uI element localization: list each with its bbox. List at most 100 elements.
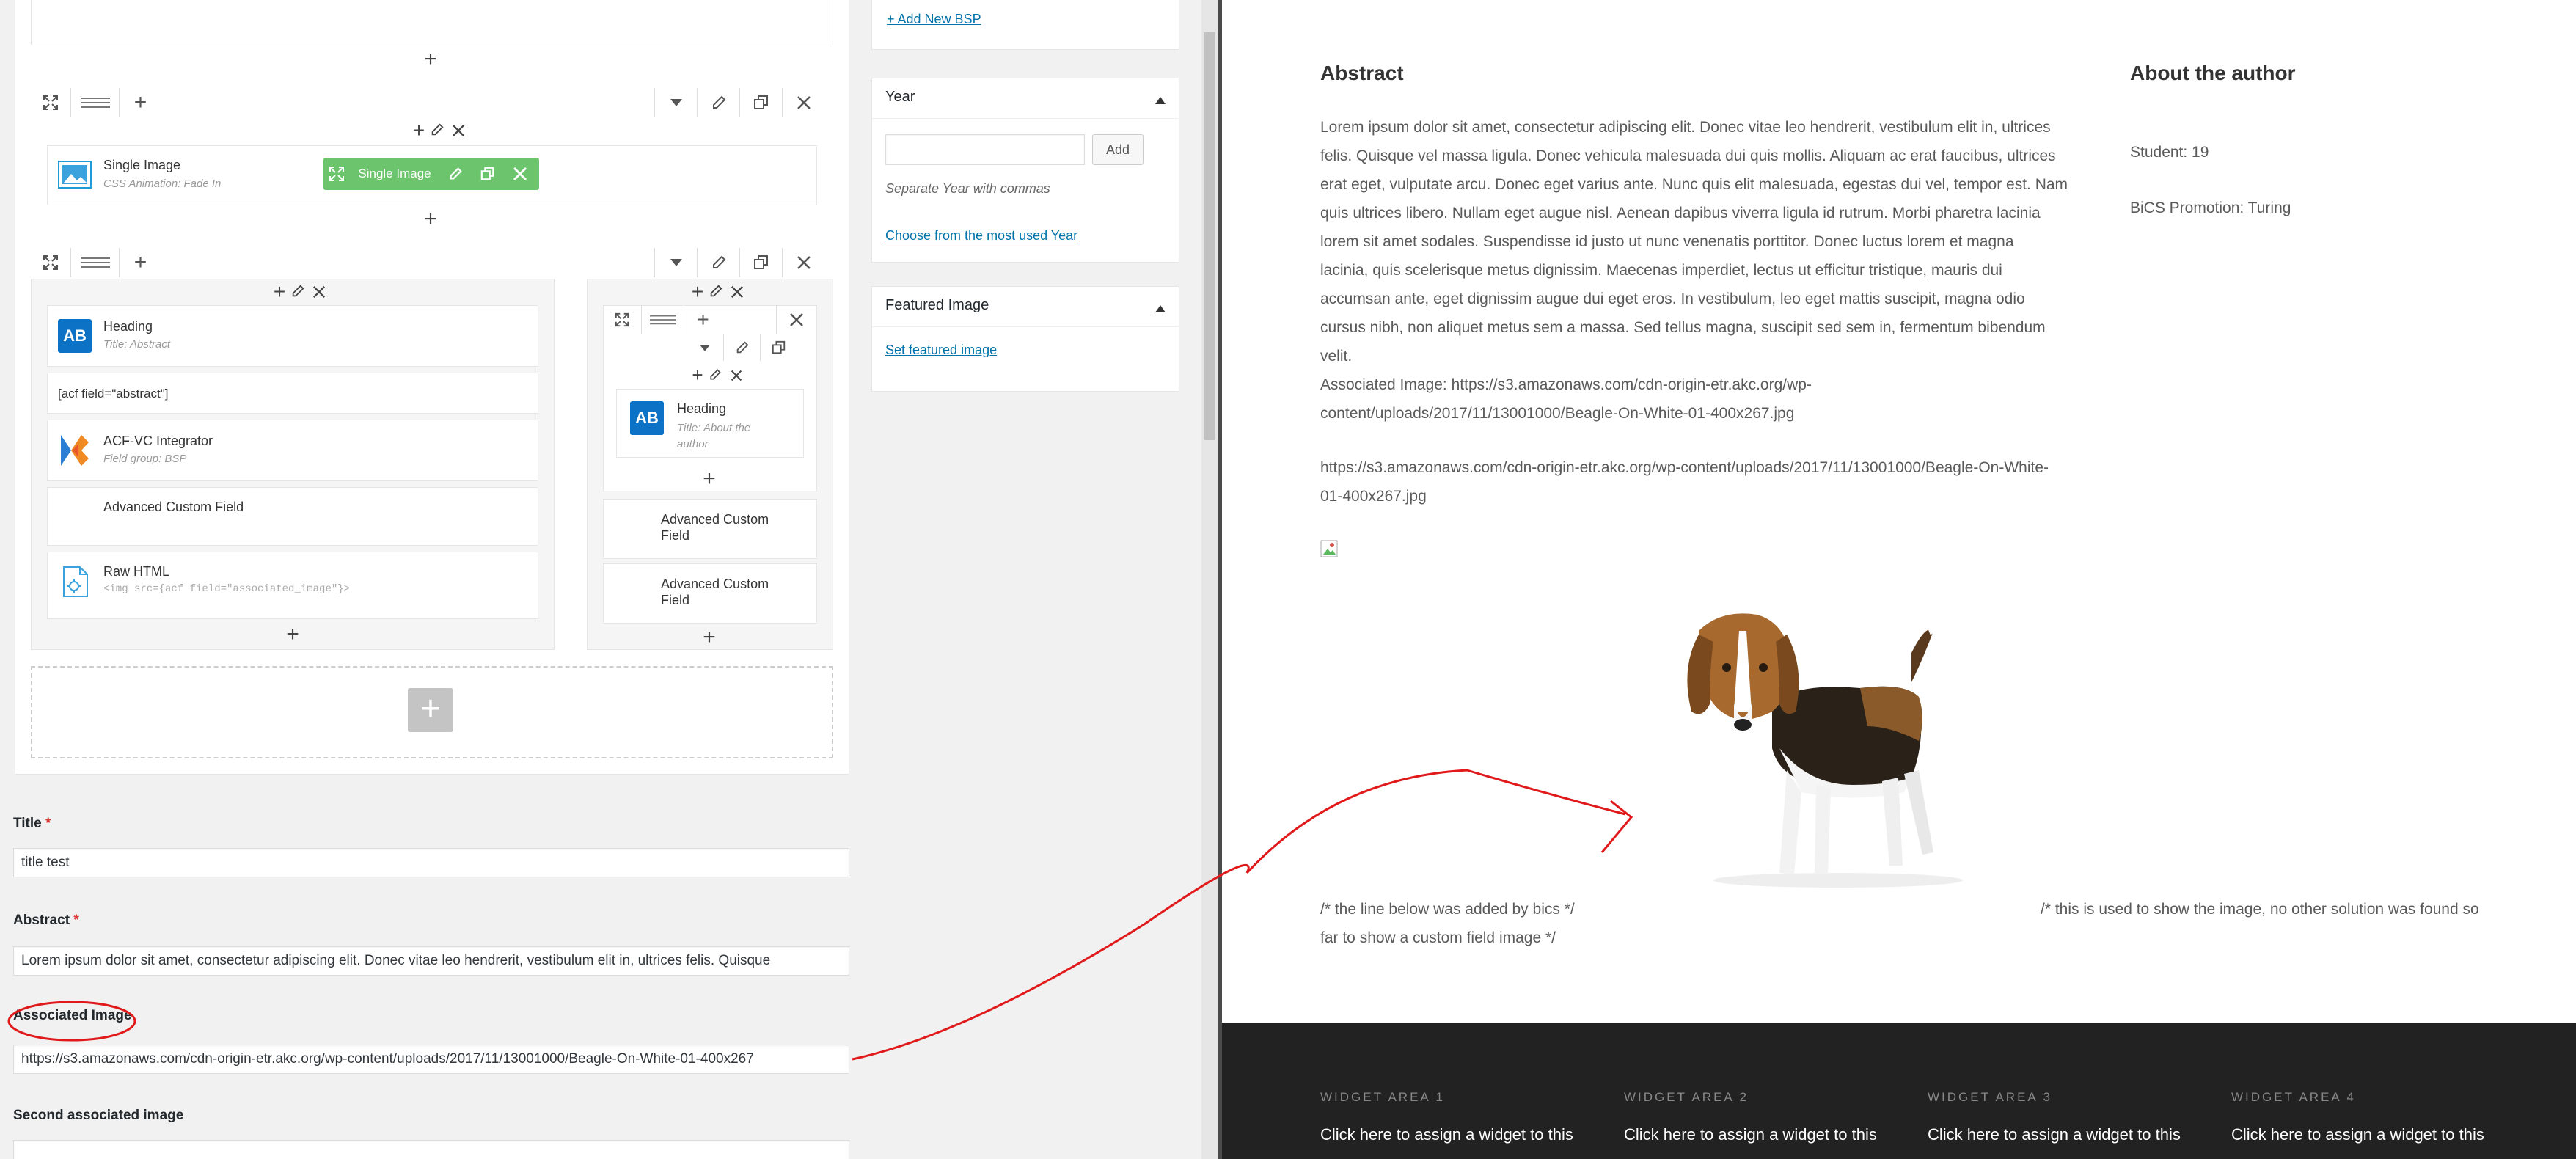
edit-icon[interactable] <box>723 334 760 361</box>
year-add-button[interactable]: Add <box>1092 134 1144 165</box>
edit-row-icon[interactable] <box>697 88 739 117</box>
expand-icon[interactable] <box>31 88 70 117</box>
delete-column-icon[interactable] <box>312 280 334 304</box>
add-column-icon[interactable]: + <box>119 88 161 117</box>
text-line: Lorem ipsum dolor sit amet, consectetur … <box>1320 119 2051 136</box>
add-element-icon[interactable]: + <box>408 119 430 142</box>
advanced-custom-field-element[interactable]: Advanced Custom Field <box>603 499 817 559</box>
add-row-button[interactable]: + <box>408 688 453 732</box>
widget-area-1: WIDGET AREA 1 Click here to assign a wid… <box>1320 1090 1573 1144</box>
widget-area-link[interactable]: Click here to assign a widget to this <box>1624 1125 1877 1144</box>
collapse-arrow-icon[interactable] <box>1155 95 1166 108</box>
associated-image-input[interactable]: https://s3.amazonaws.com/cdn-origin-etr.… <box>13 1045 849 1074</box>
add-element-button[interactable]: + <box>418 47 443 72</box>
element-title: Heading <box>103 319 153 334</box>
text-line: 01-400x267.jpg <box>1320 488 1427 505</box>
title-input[interactable]: title test <box>13 848 849 877</box>
text-line: Associated Image: https://s3.amazonaws.c… <box>1320 376 1812 393</box>
year-title: Year <box>885 89 915 105</box>
abstract-input[interactable]: Lorem ipsum dolor sit amet, consectetur … <box>13 946 849 976</box>
heading-element[interactable]: AB Heading Title: About the author <box>616 389 804 458</box>
badge-label: Single Image <box>358 167 431 180</box>
title-label: Title * <box>13 816 51 831</box>
text-line: https://s3.amazonaws.com/cdn-origin-etr.… <box>1320 459 2049 476</box>
edit-icon[interactable] <box>439 167 472 181</box>
acf-vc-integrator-element[interactable]: ACF-VC Integrator Field group: BSP <box>47 420 538 481</box>
drag-handle-icon[interactable] <box>70 88 119 117</box>
add-element-button[interactable]: + <box>280 622 305 647</box>
shortcode-element[interactable]: [acf field="abstract"] <box>47 373 538 414</box>
heading-icon: AB <box>58 319 92 353</box>
expand-icon[interactable] <box>603 305 641 334</box>
delete-column-icon[interactable] <box>452 119 474 142</box>
add-column-icon[interactable]: + <box>684 305 722 334</box>
delete-inner-row-icon[interactable] <box>776 305 816 334</box>
widget-area-link[interactable]: Click here to assign a widget to this <box>1320 1125 1573 1144</box>
editor-scrollbar-track[interactable] <box>1201 0 1218 1159</box>
text-line: far to show a custom field image */ <box>1320 929 1556 946</box>
second-associated-image-input[interactable] <box>13 1140 849 1159</box>
delete-row-icon[interactable] <box>782 248 824 277</box>
beagle-image <box>1687 613 1963 888</box>
editor-scrollbar-thumb[interactable] <box>1204 32 1215 440</box>
delete-column-icon[interactable] <box>731 280 753 304</box>
clone-icon[interactable] <box>472 167 504 181</box>
bsp-box: + Add New BSP <box>871 0 1179 50</box>
delete-row-icon[interactable] <box>782 88 824 117</box>
advanced-custom-field-element[interactable]: Advanced Custom Field <box>603 563 817 624</box>
widget-area-title: WIDGET AREA 1 <box>1320 1090 1446 1104</box>
clone-row-icon[interactable] <box>739 88 782 117</box>
widget-area-title: WIDGET AREA 3 <box>1928 1090 2053 1104</box>
clone-icon[interactable] <box>760 334 797 361</box>
drag-handle-icon[interactable] <box>70 248 119 277</box>
widget-area-link[interactable]: Click here to assign a widget to this <box>2231 1125 2484 1144</box>
delete-icon[interactable] <box>504 167 536 181</box>
add-element-button[interactable]: + <box>418 207 443 232</box>
element-subtitle: CSS Animation: Fade In <box>103 178 222 190</box>
add-column-icon[interactable]: + <box>119 248 161 277</box>
text-line: velit. <box>1320 348 1353 365</box>
inner-row-controls-left: + <box>603 305 722 334</box>
preview-panel: Abstract About the author Student: 19 Bi… <box>1222 0 2576 1159</box>
toggle-row-icon[interactable] <box>654 88 697 117</box>
toggle-icon[interactable] <box>687 334 723 361</box>
add-element-icon[interactable]: + <box>268 280 290 304</box>
raw-html-element[interactable]: Raw HTML <img src={acf field="associated… <box>47 552 538 619</box>
collapse-arrow-icon[interactable] <box>1155 303 1166 316</box>
edit-column-icon[interactable] <box>709 364 731 387</box>
text-line: /* the line below was added by bics */ <box>1320 901 1575 918</box>
add-element-icon[interactable]: + <box>687 280 709 304</box>
edit-column-icon[interactable] <box>709 280 731 304</box>
integrator-icon <box>58 432 92 472</box>
heading-element[interactable]: AB Heading Title: Abstract <box>47 305 538 367</box>
inner-row-controls-right <box>687 334 797 361</box>
clone-row-icon[interactable] <box>739 248 782 277</box>
row1-inner-controls: + <box>408 117 474 144</box>
text-line: accumsan ante, eget dignissim augue dui … <box>1320 290 2025 307</box>
expand-icon[interactable] <box>31 248 70 277</box>
featured-image-title: Featured Image <box>885 297 989 313</box>
edit-row-icon[interactable] <box>697 248 739 277</box>
widget-area-3: WIDGET AREA 3 Click here to assign a wid… <box>1928 1090 2181 1144</box>
delete-column-icon[interactable] <box>731 364 753 387</box>
shortcode-text: [acf field="abstract"] <box>58 387 169 401</box>
featured-header-divider <box>872 326 1179 327</box>
row1-controls-right <box>654 88 824 117</box>
set-featured-image-link[interactable]: Set featured image <box>885 343 997 358</box>
widget-area-link[interactable]: Click here to assign a widget to this <box>1928 1125 2181 1144</box>
add-element-button[interactable]: + <box>697 467 722 491</box>
drag-handle-icon[interactable] <box>641 305 684 334</box>
edit-column-icon[interactable] <box>290 280 312 304</box>
add-element-icon[interactable]: + <box>687 364 709 387</box>
toggle-row-icon[interactable] <box>654 248 697 277</box>
year-input[interactable] <box>885 134 1085 165</box>
add-new-bsp-link[interactable]: + Add New BSP <box>887 12 981 27</box>
comment-right: /* this is used to show the image, no ot… <box>2041 901 2479 918</box>
advanced-custom-field-element[interactable]: Advanced Custom Field <box>47 487 538 546</box>
single-image-element[interactable]: Single Image CSS Animation: Fade In Sing… <box>47 145 817 205</box>
row2-controls-left: + <box>31 248 161 277</box>
move-icon[interactable] <box>323 166 350 182</box>
add-element-button[interactable]: + <box>697 625 722 650</box>
edit-column-icon[interactable] <box>430 119 452 142</box>
choose-most-used-year-link[interactable]: Choose from the most used Year <box>885 228 1077 244</box>
